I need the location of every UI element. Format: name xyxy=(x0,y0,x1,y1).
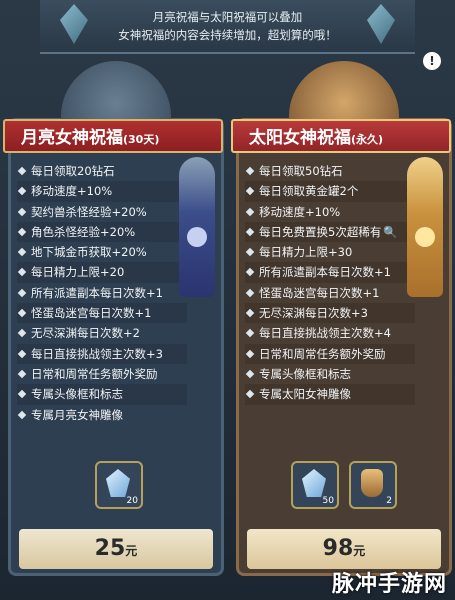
sun-blessing-card[interactable]: 太阳女神祝福(永久) 每日领取50钻石 每日领取黄金罐2个 移动速度+10% 每… xyxy=(231,61,452,576)
price-unit: 元 xyxy=(353,544,366,558)
moon-duration: (30天) xyxy=(123,133,160,146)
sun-duration: (永久) xyxy=(351,133,384,146)
list-item: 无尽深渊每日次数+3 xyxy=(245,303,415,324)
sun-reward-items: 50 2 xyxy=(239,461,449,511)
list-item: 所有派遣副本每日次数+1 xyxy=(245,262,415,283)
golden-jar-item[interactable]: 2 xyxy=(349,461,397,509)
moon-price: 25 xyxy=(94,536,126,561)
item-count: 20 xyxy=(126,496,138,506)
list-item: 专属太阳女神雕像 xyxy=(245,384,415,405)
list-item: 每日精力上限+20 xyxy=(17,262,187,283)
list-item: 日常和周常任务额外奖励 xyxy=(245,343,415,364)
list-item: 角色杀怪经验+20% xyxy=(17,221,187,243)
moon-blessing-card[interactable]: 月亮女神祝福(30天) 每日领取20钻石 移动速度+10% 契约兽杀怪经验+20… xyxy=(3,61,224,576)
list-item: 日常和周常任务额外奖励 xyxy=(17,364,187,384)
watermark: 脉冲手游网 xyxy=(331,572,447,597)
list-item: 契约兽杀怪经验+20% xyxy=(17,202,187,222)
list-item: 无尽深渊每日次数+2 xyxy=(17,323,187,343)
list-item: 所有派遣副本每日次数+1 xyxy=(17,283,187,303)
moon-benefit-list: 每日领取20钻石 移动速度+10% 契约兽杀怪经验+20% 角色杀怪经验+20%… xyxy=(17,161,187,425)
list-item: 专属月亮女神雕像 xyxy=(17,405,187,425)
moon-goddess-statue-icon xyxy=(179,157,215,297)
list-item: 每日领取20钻石 xyxy=(17,161,187,181)
list-item: 移动速度+10% xyxy=(245,202,415,222)
magnify-icon[interactable]: 🔍 xyxy=(383,225,397,239)
banner-line-1: 月亮祝福与太阳祝福可以叠加 xyxy=(152,10,303,24)
crystal-item[interactable]: 50 xyxy=(291,461,339,509)
list-item: 每日领取50钻石 xyxy=(245,161,415,181)
help-icon[interactable]: ! xyxy=(423,52,441,70)
info-banner: 月亮祝福与太阳祝福可以叠加 女神祝福的内容会持续增加，超划算的哦！ xyxy=(40,0,415,54)
list-item: 每日免费置换5次超稀有 🔍 xyxy=(245,221,415,243)
sun-benefit-list: 每日领取50钻石 每日领取黄金罐2个 移动速度+10% 每日免费置换5次超稀有 🔍… xyxy=(245,161,415,405)
item-count: 2 xyxy=(386,496,392,506)
list-item: 怪蛋岛迷宫每日次数+1 xyxy=(245,283,415,303)
golden-jar-icon xyxy=(361,469,383,497)
list-item: 地下城金币获取+20% xyxy=(17,242,187,262)
list-item: 每日直接挑战领主次数+4 xyxy=(245,323,415,343)
price-unit: 元 xyxy=(125,544,138,558)
banner-line-2: 女神祝福的内容会持续增加，超划算的哦！ xyxy=(118,28,337,42)
crystal-icon xyxy=(106,469,130,497)
sun-card-title: 太阳女神祝福(永久) xyxy=(231,119,451,153)
sun-title-text: 太阳女神祝福 xyxy=(249,128,351,148)
list-item: 移动速度+10% xyxy=(17,181,187,202)
list-item: 专属头像框和标志 xyxy=(17,384,187,405)
crystal-icon xyxy=(302,469,326,497)
sun-goddess-statue-icon xyxy=(407,157,443,297)
moon-title-text: 月亮女神祝福 xyxy=(21,128,123,148)
crystal-item[interactable]: 20 xyxy=(95,461,143,509)
item-count: 50 xyxy=(322,496,334,506)
list-item: 专属头像框和标志 xyxy=(245,364,415,384)
moon-price-button[interactable]: 25元 xyxy=(19,529,213,569)
list-item: 每日直接挑战领主次数+3 xyxy=(17,343,187,364)
list-item: 每日精力上限+30 xyxy=(245,242,415,262)
list-item: 每日领取黄金罐2个 xyxy=(245,181,415,202)
moon-card-title: 月亮女神祝福(30天) xyxy=(3,119,223,153)
sun-price-button[interactable]: 98元 xyxy=(247,529,441,569)
sun-price: 98 xyxy=(322,536,354,561)
moon-reward-items: 20 xyxy=(11,461,221,511)
list-item: 怪蛋岛迷宫每日次数+1 xyxy=(17,303,187,324)
